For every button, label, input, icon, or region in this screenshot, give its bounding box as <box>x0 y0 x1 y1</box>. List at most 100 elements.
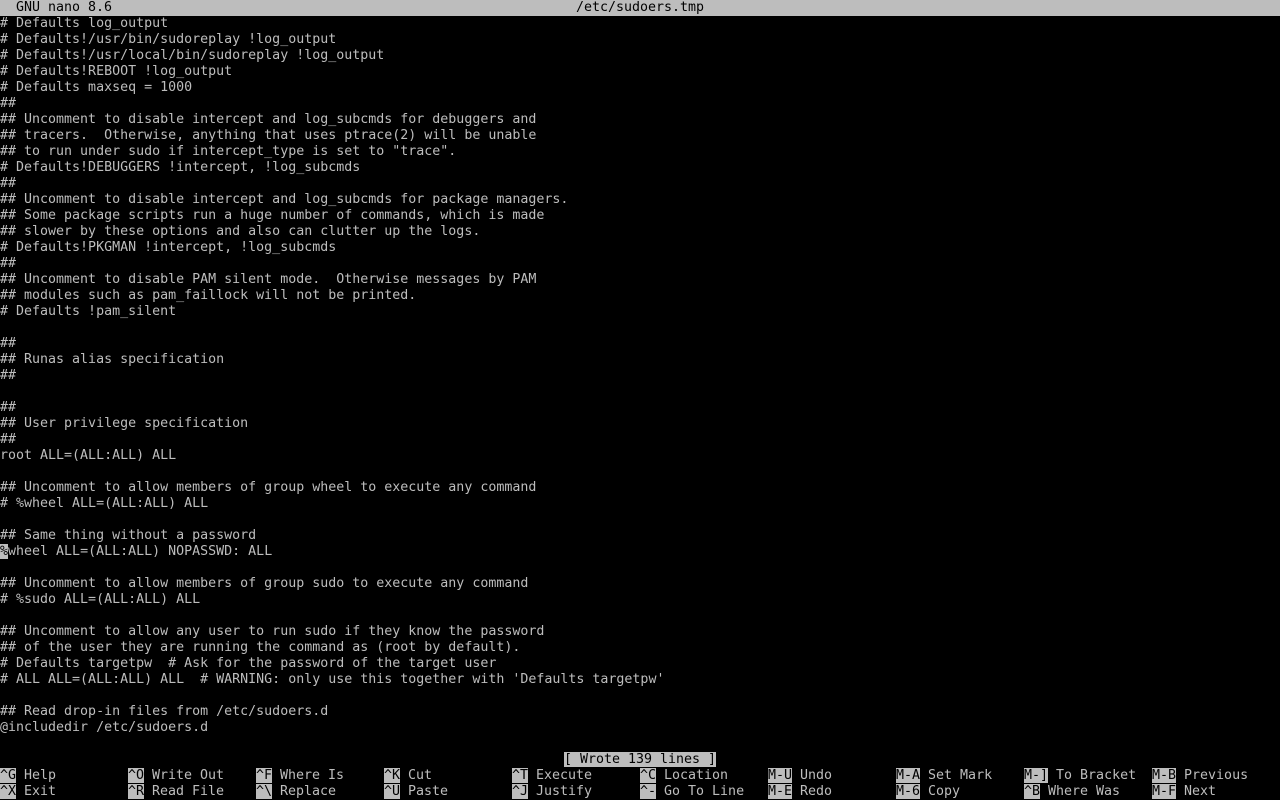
editor-line[interactable]: ## <box>0 336 1280 352</box>
editor-line[interactable]: # Defaults!DEBUGGERS !intercept, !log_su… <box>0 160 1280 176</box>
shortcut-key: ^K <box>384 768 401 783</box>
shortcut-label: Read File <box>152 784 225 799</box>
shortcut-label: Paste <box>408 784 449 799</box>
editor-line[interactable]: ## to run under sudo if intercept_type i… <box>0 144 1280 160</box>
shortcut-help[interactable]: ^G Help <box>0 768 56 784</box>
shortcut-write-out[interactable]: ^O Write Out <box>128 768 224 784</box>
title-bar: GNU nano 8.6 /etc/sudoers.tmp <box>0 0 1280 16</box>
editor-line[interactable]: root ALL=(ALL:ALL) ALL <box>0 448 1280 464</box>
shortcut-key: M-6 <box>896 784 921 799</box>
shortcut-read-file[interactable]: ^R Read File <box>128 784 224 800</box>
shortcut-key: ^- <box>640 784 657 799</box>
shortcut-to-bracket[interactable]: M-] To Bracket <box>1024 768 1136 784</box>
editor-line[interactable]: # Defaults!/usr/local/bin/sudoreplay !lo… <box>0 48 1280 64</box>
shortcut-key: ^T <box>512 768 529 783</box>
editor-line[interactable] <box>0 464 1280 480</box>
editor-line[interactable]: ## Uncomment to disable intercept and lo… <box>0 112 1280 128</box>
shortcut-key: ^R <box>128 784 145 799</box>
shortcut-label: Location <box>664 768 729 783</box>
shortcut-label: To Bracket <box>1056 768 1137 783</box>
shortcut-key: ^O <box>128 768 145 783</box>
shortcut-label: Cut <box>408 768 433 783</box>
shortcut-key: M-E <box>768 784 793 799</box>
editor-line[interactable]: @includedir /etc/sudoers.d <box>0 720 1280 736</box>
editor-line[interactable]: ## <box>0 400 1280 416</box>
shortcut-label: Undo <box>800 768 833 783</box>
shortcut-paste[interactable]: ^U Paste <box>384 784 448 800</box>
shortcut-bar: ^G Help ^X Exit ^O Write Out ^R Read File ^F Wher… <box>0 768 1280 800</box>
shortcut-redo[interactable]: M-E Redo <box>768 784 832 800</box>
shortcut-previous[interactable]: M-B Previous <box>1152 768 1248 784</box>
shortcut-location[interactable]: ^C Location <box>640 768 728 784</box>
editor-line[interactable]: # ALL ALL=(ALL:ALL) ALL # WARNING: only … <box>0 672 1280 688</box>
shortcut-replace[interactable]: ^\ Replace <box>256 784 336 800</box>
shortcut-key: M-A <box>896 768 921 783</box>
editor-text-area[interactable]: # Defaults log_output # Defaults!/usr/bin… <box>0 16 1280 736</box>
editor-line[interactable]: ## Runas alias specification <box>0 352 1280 368</box>
shortcut-label: Previous <box>1184 768 1249 783</box>
shortcut-undo[interactable]: M-U Undo <box>768 768 832 784</box>
shortcut-key: M-U <box>768 768 793 783</box>
editor-line[interactable]: %wheel ALL=(ALL:ALL) NOPASSWD: ALL <box>0 544 1280 560</box>
editor-line[interactable]: ## <box>0 432 1280 448</box>
editor-line[interactable]: # Defaults!/usr/bin/sudoreplay !log_outp… <box>0 32 1280 48</box>
editor-line[interactable]: ## of the user they are running the comm… <box>0 640 1280 656</box>
editor-line[interactable]: ## Some package scripts run a huge numbe… <box>0 208 1280 224</box>
shortcut-execute[interactable]: ^T Execute <box>512 768 592 784</box>
shortcut-next[interactable]: M-F Next <box>1152 784 1216 800</box>
editor-line[interactable]: ## Uncomment to disable intercept and lo… <box>0 192 1280 208</box>
shortcut-label: Replace <box>280 784 337 799</box>
editor-line[interactable]: ## <box>0 368 1280 384</box>
shortcut-key: ^X <box>0 784 17 799</box>
shortcut-key: M-B <box>1152 768 1177 783</box>
editor-line[interactable]: ## Uncomment to disable PAM silent mode.… <box>0 272 1280 288</box>
editor-line[interactable]: # Defaults maxseq = 1000 <box>0 80 1280 96</box>
editor-line[interactable] <box>0 512 1280 528</box>
editor-line[interactable]: ## tracers. Otherwise, anything that use… <box>0 128 1280 144</box>
editor-line[interactable]: # Defaults targetpw # Ask for the passwo… <box>0 656 1280 672</box>
shortcut-label: Copy <box>928 784 961 799</box>
editor-line[interactable]: # Defaults!REBOOT !log_output <box>0 64 1280 80</box>
shortcut-cut[interactable]: ^K Cut <box>384 768 432 784</box>
shortcut-key: M-] <box>1024 768 1049 783</box>
editor-line[interactable]: ## <box>0 176 1280 192</box>
shortcut-label: Help <box>24 768 57 783</box>
editor-line[interactable]: ## <box>0 256 1280 272</box>
shortcut-key: ^J <box>512 784 529 799</box>
editor-line-text: wheel ALL=(ALL:ALL) NOPASSWD: ALL <box>8 544 273 559</box>
shortcut-key: M-F <box>1152 784 1177 799</box>
editor-line[interactable]: ## Uncomment to allow members of group s… <box>0 576 1280 592</box>
shortcut-where-was[interactable]: ^B Where Was <box>1024 784 1120 800</box>
shortcut-justify[interactable]: ^J Justify <box>512 784 592 800</box>
editor-line[interactable]: # Defaults!PKGMAN !intercept, !log_subcm… <box>0 240 1280 256</box>
shortcut-exit[interactable]: ^X Exit <box>0 784 56 800</box>
editor-line[interactable]: ## slower by these options and also can … <box>0 224 1280 240</box>
shortcut-copy[interactable]: M-6 Copy <box>896 784 960 800</box>
editor-line[interactable]: # Defaults log_output <box>0 16 1280 32</box>
shortcut-label: Go To Line <box>664 784 745 799</box>
editor-line[interactable]: ## Uncomment to allow any user to run su… <box>0 624 1280 640</box>
editor-line[interactable]: # %sudo ALL=(ALL:ALL) ALL <box>0 592 1280 608</box>
editor-line[interactable] <box>0 384 1280 400</box>
editor-line[interactable] <box>0 688 1280 704</box>
status-bar: [ Wrote 139 lines ] <box>0 752 1280 768</box>
shortcut-where-is[interactable]: ^F Where Is <box>256 768 344 784</box>
shortcut-go-to-line[interactable]: ^- Go To Line <box>640 784 744 800</box>
shortcut-set-mark[interactable]: M-A Set Mark <box>896 768 992 784</box>
status-message: [ Wrote 139 lines ] <box>563 752 717 767</box>
editor-line[interactable]: ## <box>0 96 1280 112</box>
editor-line[interactable] <box>0 320 1280 336</box>
shortcut-key: ^U <box>384 784 401 799</box>
editor-line[interactable]: ## modules such as pam_faillock will not… <box>0 288 1280 304</box>
editor-line[interactable]: ## Uncomment to allow members of group w… <box>0 480 1280 496</box>
editor-line[interactable]: ## Same thing without a password <box>0 528 1280 544</box>
editor-line[interactable]: ## Read drop-in files from /etc/sudoers.… <box>0 704 1280 720</box>
file-name: /etc/sudoers.tmp <box>575 0 705 15</box>
editor-line[interactable] <box>0 560 1280 576</box>
editor-line[interactable] <box>0 608 1280 624</box>
shortcut-label: Write Out <box>152 768 225 783</box>
shortcut-key: ^B <box>1024 784 1041 799</box>
editor-line[interactable]: # Defaults !pam_silent <box>0 304 1280 320</box>
editor-line[interactable]: # %wheel ALL=(ALL:ALL) ALL <box>0 496 1280 512</box>
editor-line[interactable]: ## User privilege specification <box>0 416 1280 432</box>
